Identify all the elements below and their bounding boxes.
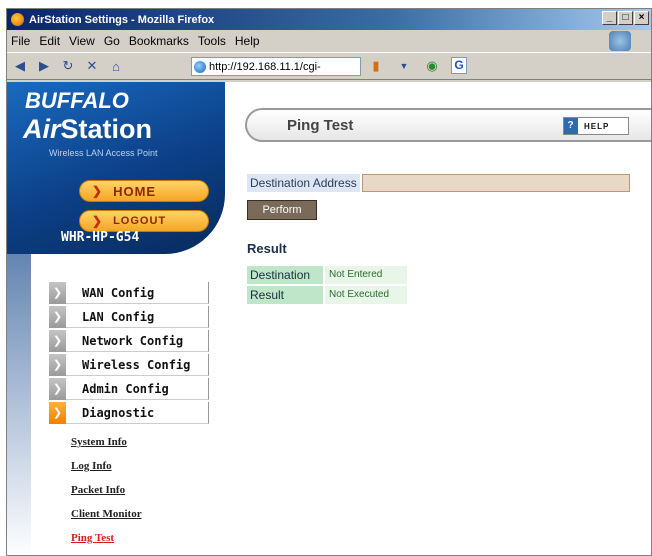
arrow-icon: ❯ <box>92 214 104 228</box>
airstation-logo: AirStation <box>23 114 153 144</box>
toolbar-right: ▮ ▼ ◉ G <box>367 57 467 74</box>
menu-bookmarks[interactable]: Bookmarks <box>129 34 189 48</box>
result-value: Not Entered <box>325 266 407 284</box>
destination-label: Destination Address <box>247 174 360 192</box>
sidebar-item-label: WAN Config <box>82 285 155 300</box>
sidebar-item-label: Wireless Config <box>82 357 191 372</box>
menu-help[interactable]: Help <box>235 34 260 48</box>
page-header: Ping Test ? HELP <box>245 108 651 142</box>
chevron-right-icon: ❯ <box>49 305 66 328</box>
sidebar-banner: BUFFALO AirStation Wireless LAN Access P… <box>7 82 225 254</box>
menu-go[interactable]: Go <box>104 34 120 48</box>
sidebar-item-admin-config[interactable]: ❯ Admin Config <box>49 377 209 400</box>
bookmark-icon[interactable]: ▮ <box>367 58 385 74</box>
main-panel: Ping Test ? HELP Destination Address Per… <box>243 82 651 555</box>
help-button[interactable]: ? HELP <box>563 117 629 135</box>
maximize-button[interactable]: □ <box>618 11 633 25</box>
chevron-right-icon: ❯ <box>49 401 66 424</box>
reload-icon[interactable]: ↻ <box>59 58 77 74</box>
menu-view[interactable]: View <box>69 34 95 48</box>
sidebar-item-wan-config[interactable]: ❯ WAN Config <box>49 281 209 304</box>
sidebar-item-label: LAN Config <box>82 309 155 324</box>
perform-button[interactable]: Perform <box>247 200 317 220</box>
chevron-right-icon: ❯ <box>49 353 66 376</box>
arrow-icon: ❯ <box>92 184 104 198</box>
go-icon[interactable]: ◉ <box>423 58 441 74</box>
logout-button[interactable]: ❯ LOGOUT <box>79 210 209 232</box>
diagnostic-submenu: System Info Log Info Packet Info Client Mon… <box>71 430 142 550</box>
submenu-link-ping-test[interactable]: Ping Test <box>71 526 142 550</box>
result-key: Destination <box>247 266 323 284</box>
submenu-link-log-info[interactable]: Log Info <box>71 454 142 478</box>
forward-arrow-icon[interactable]: ▶ <box>35 58 53 74</box>
dropdown-arrow-icon[interactable]: ▼ <box>395 58 413 74</box>
buffalo-logo: BUFFALO <box>25 88 129 113</box>
submenu-link-client-monitor[interactable]: Client Monitor <box>71 502 142 526</box>
result-row: Result Not Executed <box>247 286 407 304</box>
tagline: Wireless LAN Access Point <box>49 148 158 158</box>
page-title: Ping Test <box>287 117 354 134</box>
menu-edit[interactable]: Edit <box>39 34 60 48</box>
help-question-icon: ? <box>564 118 578 134</box>
page-content: BUFFALO AirStation Wireless LAN Access P… <box>7 82 651 555</box>
close-button[interactable]: × <box>634 11 649 25</box>
window-controls: _ □ × <box>602 11 649 25</box>
home-icon[interactable]: ⌂ <box>107 58 125 74</box>
menu-tools[interactable]: Tools <box>198 34 226 48</box>
chevron-right-icon: ❯ <box>49 281 66 304</box>
window-title: AirStation Settings - Mozilla Firefox <box>29 13 215 26</box>
sidebar-item-network-config[interactable]: ❯ Network Config <box>49 329 209 352</box>
stop-icon[interactable]: ✕ <box>83 58 101 74</box>
sidebar-item-label: Network Config <box>82 333 184 348</box>
chevron-right-icon: ❯ <box>49 329 66 352</box>
submenu-link-system-info[interactable]: System Info <box>71 430 142 454</box>
navigation-toolbar: ◀ ▶ ↻ ✕ ⌂ http://192.168.11.1/cgi- ▮ ▼ ◉… <box>7 52 651 80</box>
sidebar-item-label: Admin Config <box>82 381 169 396</box>
result-row: Destination Not Entered <box>247 266 407 284</box>
sidebar-item-wireless-config[interactable]: ❯ Wireless Config <box>49 353 209 376</box>
submenu-link-packet-info[interactable]: Packet Info <box>71 478 142 502</box>
result-table: Destination Not Entered Result Not Execu… <box>247 266 407 306</box>
back-arrow-icon[interactable]: ◀ <box>11 58 29 74</box>
title-bar: AirStation Settings - Mozilla Firefox _ … <box>7 9 651 30</box>
sidebar-item-diagnostic[interactable]: ❯ Diagnostic <box>49 401 209 424</box>
url-text: http://192.168.11.1/cgi- <box>209 60 321 73</box>
result-key: Result <box>247 286 323 304</box>
config-menu: ❯ WAN Config ❯ LAN Config ❯ Network Config ❯ Wi… <box>49 281 209 426</box>
result-value: Not Executed <box>325 286 407 304</box>
sidebar: BUFFALO AirStation Wireless LAN Access P… <box>7 82 225 555</box>
throbber-icon <box>609 31 631 51</box>
url-bar[interactable]: http://192.168.11.1/cgi- <box>191 57 361 76</box>
sidebar-item-label: Diagnostic <box>82 405 155 420</box>
model-name: WHR-HP-G54 <box>61 230 140 245</box>
destination-input[interactable] <box>361 174 630 192</box>
firefox-icon <box>11 13 24 26</box>
menu-bar: File Edit View Go Bookmarks Tools Help <box>7 30 651 52</box>
menu-file[interactable]: File <box>11 34 30 48</box>
sidebar-item-lan-config[interactable]: ❯ LAN Config <box>49 305 209 328</box>
home-button[interactable]: ❯ HOME <box>79 180 209 202</box>
chevron-right-icon: ❯ <box>49 377 66 400</box>
search-engine-box[interactable]: G <box>451 57 467 74</box>
browser-window: AirStation Settings - Mozilla Firefox _ … <box>6 8 652 556</box>
minimize-button[interactable]: _ <box>602 11 617 25</box>
site-globe-icon <box>194 60 206 73</box>
destination-row: Destination Address <box>247 174 630 192</box>
result-heading: Result <box>247 241 287 256</box>
